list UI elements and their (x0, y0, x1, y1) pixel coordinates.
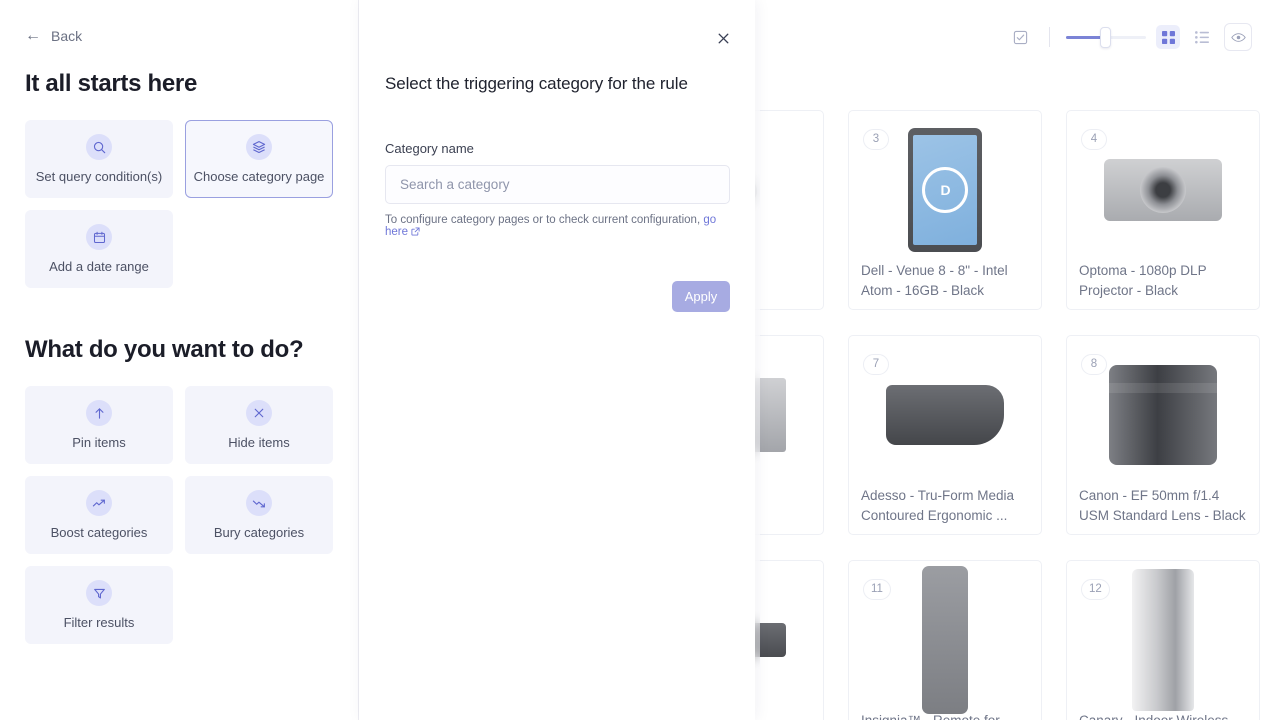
product-title: Canary - Indoor Wireless (1079, 711, 1249, 720)
help-prefix: To configure category pages or to check … (385, 214, 704, 226)
tile-choose-category-page[interactable]: Choose category page (185, 120, 333, 198)
tile-label: Pin items (72, 435, 126, 450)
product-title: Dell - Venue 8 - 8" - Intel Atom - 16GB … (861, 263, 1008, 298)
tile-label: Hide items (228, 435, 290, 450)
section-title-starts-here: It all starts here (25, 70, 198, 97)
product-image (1104, 569, 1222, 711)
trigger-tile-grid: Set query condition(s) Choose category p… (25, 120, 333, 288)
grid-view-button[interactable] (1156, 25, 1180, 49)
slider-thumb[interactable] (1100, 26, 1112, 48)
tile-hide-items[interactable]: Hide items (185, 386, 333, 464)
product-rank-badge: 12 (1081, 579, 1110, 600)
action-tile-grid: Pin items Hide items Boost categories Bu… (25, 386, 333, 644)
product-card[interactable]: 12 Canary - Indoor Wireless (1066, 560, 1260, 720)
modal-actions: Apply (385, 281, 730, 312)
product-rank-badge: 7 (863, 354, 889, 375)
tile-label: Add a date range (49, 259, 149, 274)
configuration-help-text: To configure category pages or to check … (385, 214, 729, 239)
results-toolbar (1007, 16, 1252, 58)
tile-pin-items[interactable]: Pin items (25, 386, 173, 464)
tile-filter-results[interactable]: Filter results (25, 566, 173, 644)
product-card[interactable]: 7 Adesso - Tru-Form Media Contoured Ergo… (848, 335, 1042, 535)
slider-fill (1066, 35, 1105, 39)
back-label: Back (51, 28, 83, 44)
arrow-left-icon: ← (25, 27, 41, 44)
trend-up-icon (86, 490, 112, 516)
tile-label: Bury categories (213, 525, 305, 540)
apply-button[interactable]: Apply (672, 281, 730, 312)
product-image (886, 566, 1004, 714)
tile-add-date-range[interactable]: Add a date range (25, 210, 173, 288)
tile-label: Set query condition(s) (35, 169, 163, 184)
product-title: Canon - EF 50mm f/1.4 USM Standard Lens … (1079, 488, 1246, 523)
product-image: D (886, 119, 1004, 261)
list-view-button[interactable] (1190, 25, 1214, 49)
preview-eye-button[interactable] (1224, 23, 1252, 51)
select-all-checkbox-icon[interactable] (1007, 24, 1033, 50)
rule-builder-sidebar: ← Back It all starts here Set query cond… (0, 0, 359, 720)
section-title-what-to-do: What do you want to do? (25, 336, 304, 363)
product-title: Adesso - Tru-Form Media Contoured Ergono… (861, 488, 1015, 523)
search-category-input[interactable] (385, 165, 730, 204)
product-rank-badge: 3 (863, 129, 889, 150)
product-title: Optoma - 1080p DLP Projector - Black (1079, 263, 1207, 298)
arrow-up-icon (86, 400, 112, 426)
close-x-icon (246, 400, 272, 426)
external-link-icon (411, 227, 420, 239)
tile-label: Filter results (63, 615, 135, 630)
back-button[interactable]: ← Back (25, 27, 333, 45)
product-title: Insignia™ - Remote for (861, 711, 1031, 720)
calendar-icon (86, 224, 112, 250)
tile-boost-categories[interactable]: Boost categories (25, 476, 173, 554)
product-card[interactable]: 4 Optoma - 1080p DLP Projector - Black (1066, 110, 1260, 310)
modal-title: Select the triggering category for the r… (385, 74, 688, 93)
product-card[interactable]: 3 D Dell - Venue 8 - 8" - Intel Atom - 1… (848, 110, 1042, 310)
category-selection-modal: Select the triggering category for the r… (359, 0, 755, 720)
tile-set-query-conditions[interactable]: Set query condition(s) (25, 120, 173, 198)
tile-label: Choose category page (193, 169, 325, 184)
filter-icon (86, 580, 112, 606)
tile-label: Boost categories (50, 525, 148, 540)
zoom-slider[interactable] (1066, 26, 1146, 48)
layers-icon (246, 134, 272, 160)
trend-down-icon (246, 490, 272, 516)
product-rank-badge: 8 (1081, 354, 1107, 375)
app-root: X7 7 - ... 3 D Dell - Venue 8 - 8" - Int… (0, 0, 1280, 720)
product-rank-badge: 4 (1081, 129, 1107, 150)
product-image (1104, 344, 1222, 486)
category-name-label: Category name (385, 141, 474, 156)
tile-bury-categories[interactable]: Bury categories (185, 476, 333, 554)
close-icon[interactable] (713, 28, 733, 48)
search-icon (86, 134, 112, 160)
product-image (1104, 119, 1222, 261)
product-card[interactable]: 8 Canon - EF 50mm f/1.4 USM Standard Len… (1066, 335, 1260, 535)
toolbar-divider (1049, 27, 1050, 47)
product-card[interactable]: 11 Insignia™ - Remote for (848, 560, 1042, 720)
product-image (886, 344, 1004, 486)
product-rank-badge: 11 (863, 579, 891, 600)
